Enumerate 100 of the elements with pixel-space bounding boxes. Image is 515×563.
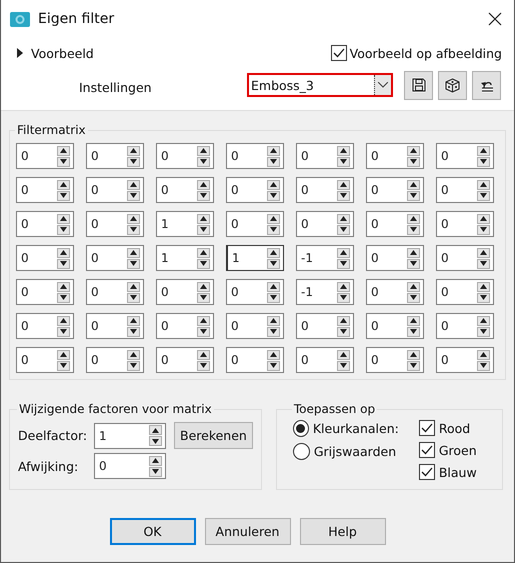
number-field[interactable]: 0 bbox=[436, 211, 494, 237]
number-field[interactable]: 0 bbox=[16, 279, 74, 305]
spin-buttons[interactable] bbox=[477, 146, 490, 166]
number-field[interactable]: 0 bbox=[296, 313, 354, 339]
number-field[interactable]: 0 bbox=[86, 313, 144, 339]
spin-buttons[interactable] bbox=[337, 214, 350, 234]
checkbox[interactable] bbox=[418, 464, 435, 480]
checkbox[interactable] bbox=[330, 45, 347, 61]
number-field[interactable]: 0 bbox=[86, 177, 144, 203]
spin-buttons[interactable] bbox=[197, 214, 210, 234]
radio-button[interactable] bbox=[292, 443, 310, 460]
number-field[interactable]: 0 bbox=[296, 211, 354, 237]
spin-buttons[interactable] bbox=[197, 316, 210, 336]
spin-buttons[interactable] bbox=[57, 248, 70, 268]
number-field[interactable]: 0 bbox=[366, 279, 424, 305]
number-field[interactable]: 0 bbox=[226, 143, 284, 169]
spin-buttons[interactable] bbox=[149, 425, 162, 446]
number-field[interactable]: 1 bbox=[226, 245, 284, 271]
number-field[interactable]: 0 bbox=[436, 347, 494, 373]
spin-buttons[interactable] bbox=[127, 248, 140, 268]
spin-buttons[interactable] bbox=[127, 316, 140, 336]
reset-icon[interactable] bbox=[472, 70, 501, 100]
number-field[interactable]: 0 bbox=[296, 143, 354, 169]
spin-buttons[interactable] bbox=[337, 282, 350, 302]
spin-buttons[interactable] bbox=[267, 146, 280, 166]
number-field[interactable]: 0 bbox=[156, 143, 214, 169]
number-field[interactable]: 0 bbox=[16, 347, 74, 373]
spin-buttons[interactable] bbox=[477, 214, 490, 234]
number-field[interactable]: 0 bbox=[436, 245, 494, 271]
dialog-button[interactable]: OK bbox=[110, 518, 196, 545]
spin-buttons[interactable] bbox=[337, 350, 350, 370]
spin-buttons[interactable] bbox=[477, 180, 490, 200]
spin-buttons[interactable] bbox=[477, 282, 490, 302]
spin-buttons[interactable] bbox=[407, 282, 420, 302]
spin-buttons[interactable] bbox=[127, 180, 140, 200]
number-field[interactable]: 0 bbox=[226, 347, 284, 373]
preset-dropdown[interactable]: Emboss_3 bbox=[247, 73, 393, 97]
spin-buttons[interactable] bbox=[149, 456, 162, 476]
dialog-button[interactable]: Help bbox=[300, 518, 386, 545]
number-field[interactable]: 1 bbox=[156, 245, 214, 271]
number-field[interactable]: 0 bbox=[16, 177, 74, 203]
spin-buttons[interactable] bbox=[197, 146, 210, 166]
spin-buttons[interactable] bbox=[267, 350, 280, 370]
spin-buttons[interactable] bbox=[337, 146, 350, 166]
number-field[interactable]: 0 bbox=[436, 143, 494, 169]
spin-buttons[interactable] bbox=[267, 214, 280, 234]
spin-buttons[interactable] bbox=[57, 214, 70, 234]
spin-buttons[interactable] bbox=[197, 282, 210, 302]
number-field[interactable]: 0 bbox=[366, 245, 424, 271]
dialog-button[interactable]: Annuleren bbox=[204, 518, 290, 545]
spin-buttons[interactable] bbox=[407, 146, 420, 166]
spin-buttons[interactable] bbox=[267, 282, 280, 302]
spin-buttons[interactable] bbox=[57, 180, 70, 200]
number-field[interactable]: 0 bbox=[16, 245, 74, 271]
spin-buttons[interactable] bbox=[197, 180, 210, 200]
number-field[interactable]: 0 bbox=[436, 177, 494, 203]
number-field[interactable]: 0 bbox=[366, 313, 424, 339]
spin-buttons[interactable] bbox=[267, 316, 280, 336]
number-field[interactable]: 0 bbox=[156, 279, 214, 305]
number-field[interactable]: 0 bbox=[156, 313, 214, 339]
number-field[interactable]: 0 bbox=[94, 453, 166, 479]
number-field[interactable]: 0 bbox=[366, 211, 424, 237]
number-field[interactable]: 0 bbox=[296, 177, 354, 203]
spin-buttons[interactable] bbox=[267, 180, 280, 200]
save-icon[interactable] bbox=[404, 70, 433, 100]
spin-buttons[interactable] bbox=[477, 316, 490, 336]
spin-buttons[interactable] bbox=[477, 350, 490, 370]
number-field[interactable]: -1 bbox=[296, 279, 354, 305]
number-field[interactable]: -1 bbox=[296, 245, 354, 271]
spin-buttons[interactable] bbox=[127, 146, 140, 166]
number-field[interactable]: 1 bbox=[94, 422, 166, 448]
number-field[interactable]: 0 bbox=[86, 211, 144, 237]
number-field[interactable]: 0 bbox=[16, 211, 74, 237]
spin-buttons[interactable] bbox=[407, 350, 420, 370]
number-field[interactable]: 0 bbox=[86, 279, 144, 305]
number-field[interactable]: 0 bbox=[296, 347, 354, 373]
spin-buttons[interactable] bbox=[477, 248, 490, 268]
spin-buttons[interactable] bbox=[337, 316, 350, 336]
spin-buttons[interactable] bbox=[57, 146, 70, 166]
spin-buttons[interactable] bbox=[197, 350, 210, 370]
spin-buttons[interactable] bbox=[127, 214, 140, 234]
spin-buttons[interactable] bbox=[407, 214, 420, 234]
spin-buttons[interactable] bbox=[407, 248, 420, 268]
number-field[interactable]: 0 bbox=[366, 177, 424, 203]
number-field[interactable]: 0 bbox=[436, 313, 494, 339]
number-field[interactable]: 0 bbox=[226, 313, 284, 339]
spin-buttons[interactable] bbox=[57, 350, 70, 370]
close-icon[interactable] bbox=[488, 12, 502, 26]
spin-buttons[interactable] bbox=[57, 282, 70, 302]
spin-buttons[interactable] bbox=[337, 248, 350, 268]
checkbox[interactable] bbox=[418, 420, 435, 436]
spin-buttons[interactable] bbox=[337, 180, 350, 200]
number-field[interactable]: 1 bbox=[156, 211, 214, 237]
spin-buttons[interactable] bbox=[267, 248, 280, 268]
number-field[interactable]: 0 bbox=[366, 143, 424, 169]
number-field[interactable]: 0 bbox=[86, 143, 144, 169]
spin-buttons[interactable] bbox=[127, 350, 140, 370]
number-field[interactable]: 0 bbox=[86, 245, 144, 271]
number-field[interactable]: 0 bbox=[86, 347, 144, 373]
number-field[interactable]: 0 bbox=[226, 177, 284, 203]
